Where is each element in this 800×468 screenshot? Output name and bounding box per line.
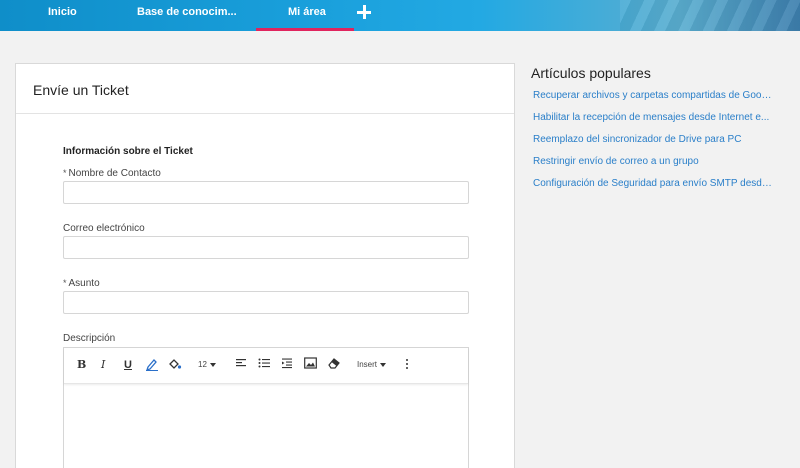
align-left-icon[interactable] [235, 357, 247, 373]
editor-content-area[interactable] [64, 384, 468, 468]
popular-article-link[interactable]: Recuperar archivos y carpetas compartida… [533, 90, 775, 101]
pen-icon[interactable] [145, 357, 158, 373]
email-input[interactable] [63, 236, 469, 259]
bullet-list-icon[interactable] [258, 357, 270, 373]
subject-input[interactable] [63, 291, 469, 314]
eraser-icon[interactable] [328, 357, 341, 373]
insert-dropdown[interactable]: Insert [357, 357, 387, 373]
insert-label: Insert [357, 360, 378, 369]
contact-name-label: * Nombre de Contacto [63, 168, 161, 179]
card-title: Envíe un Ticket [16, 64, 514, 114]
description-editor: B I U 12 Insert [63, 347, 469, 468]
chevron-down-icon [380, 362, 387, 367]
header-decoration [620, 0, 800, 31]
more-vertical-icon[interactable] [404, 357, 410, 373]
subject-label-text: Asunto [68, 278, 100, 289]
contact-name-input[interactable] [63, 181, 469, 204]
bold-button[interactable]: B [77, 357, 86, 373]
editor-toolbar: B I U 12 Insert [64, 348, 468, 384]
email-label: Correo electrónico [63, 223, 145, 234]
popular-article-link[interactable]: Restringir envío de correo a un grupo [533, 156, 775, 167]
plus-icon[interactable] [354, 2, 374, 22]
required-mark: * [63, 278, 67, 288]
popular-article-link[interactable]: Reemplazo del sincronizador de Drive par… [533, 134, 775, 145]
nav-item-mi-area[interactable]: Mi área [288, 0, 326, 31]
popular-article-link[interactable]: Configuración de Seguridad para envío SM… [533, 178, 775, 189]
font-size-value: 12 [198, 360, 207, 369]
required-mark: * [63, 168, 67, 178]
top-navigation: Inicio Base de conocim... Mi área [0, 0, 800, 31]
indent-icon[interactable] [281, 357, 293, 373]
nav-active-indicator [256, 28, 354, 31]
popular-articles-title: Artículos populares [531, 65, 651, 81]
underline-button[interactable]: U [124, 357, 132, 373]
nav-item-inicio[interactable]: Inicio [48, 0, 77, 31]
font-size-select[interactable]: 12 [198, 357, 216, 373]
section-title: Información sobre el Ticket [63, 146, 193, 157]
chevron-down-icon [209, 362, 216, 367]
subject-label: * Asunto [63, 278, 100, 289]
contact-name-label-text: Nombre de Contacto [68, 168, 161, 179]
italic-button[interactable]: I [101, 357, 105, 373]
image-icon[interactable] [304, 357, 317, 373]
nav-item-knowledge-base[interactable]: Base de conocim... [137, 0, 237, 31]
submit-ticket-card: Envíe un Ticket Información sobre el Tic… [15, 63, 515, 468]
description-label: Descripción [63, 333, 116, 344]
paint-bucket-icon[interactable] [168, 357, 182, 373]
popular-article-link[interactable]: Habilitar la recepción de mensajes desde… [533, 112, 775, 123]
